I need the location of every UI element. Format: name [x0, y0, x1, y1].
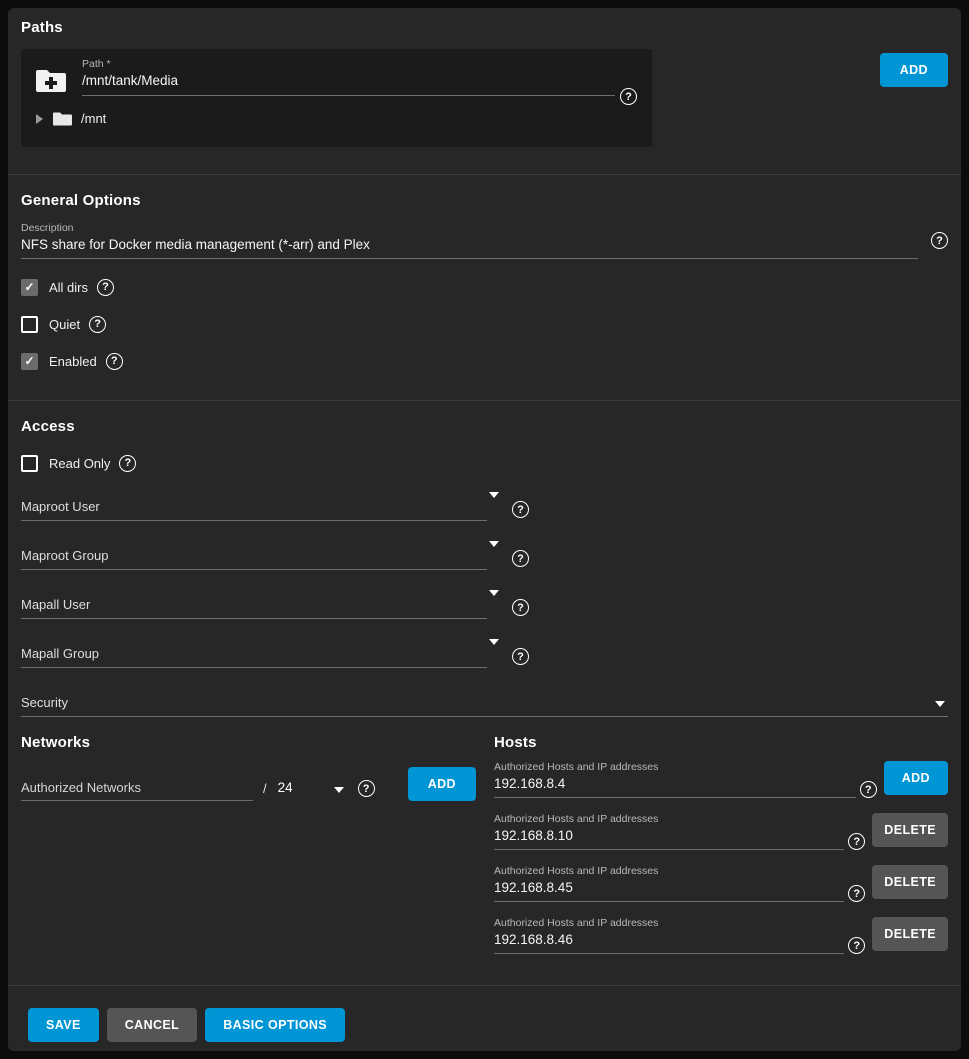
- enabled-checkbox[interactable]: [21, 353, 38, 370]
- quiet-checkbox[interactable]: [21, 316, 38, 333]
- security-label: Security: [21, 695, 68, 710]
- maproot-group-label: Maproot Group: [21, 548, 108, 563]
- help-icon[interactable]: [512, 599, 529, 616]
- chevron-down-icon: [489, 541, 499, 547]
- host-delete-button[interactable]: DELETE: [872, 813, 948, 847]
- mapall-user-label: Mapall User: [21, 597, 90, 612]
- folder-icon: [53, 111, 72, 126]
- chevron-down-icon: [489, 590, 499, 596]
- authorized-host-input[interactable]: Authorized Hosts and IP addresses 192.16…: [494, 813, 844, 850]
- authorized-host-input[interactable]: Authorized Hosts and IP addresses 192.16…: [494, 917, 844, 954]
- netmask-divider: /: [263, 781, 267, 796]
- path-input-label: Path *: [82, 58, 615, 70]
- help-icon[interactable]: [358, 780, 375, 797]
- tree-node-mnt[interactable]: /mnt: [36, 111, 637, 126]
- help-icon[interactable]: [512, 648, 529, 665]
- chevron-down-icon: [489, 639, 499, 645]
- authorized-networks-input[interactable]: Authorized Networks: [21, 767, 253, 801]
- help-icon[interactable]: [512, 501, 529, 518]
- hosts-column: Hosts Authorized Hosts and IP addresses …: [494, 734, 948, 954]
- help-icon[interactable]: [848, 937, 865, 954]
- mapall-group-select[interactable]: Mapall Group: [21, 634, 487, 668]
- help-icon[interactable]: [119, 455, 136, 472]
- section-divider: [8, 174, 961, 175]
- help-icon[interactable]: [620, 88, 637, 105]
- host-delete-button[interactable]: DELETE: [872, 917, 948, 951]
- authorized-host-value: 192.168.8.10: [494, 828, 844, 843]
- maproot-group-select[interactable]: Maproot Group: [21, 536, 487, 570]
- mapall-group-label: Mapall Group: [21, 646, 99, 661]
- mapall-user-select[interactable]: Mapall User: [21, 585, 487, 619]
- authorized-host-input[interactable]: Authorized Hosts and IP addresses 192.16…: [494, 865, 844, 902]
- chevron-right-icon[interactable]: [36, 114, 43, 124]
- tree-node-label: /mnt: [81, 111, 106, 126]
- authorized-networks-label: Authorized Networks: [21, 780, 141, 795]
- save-button[interactable]: SAVE: [28, 1008, 99, 1042]
- maproot-user-label: Maproot User: [21, 499, 100, 514]
- all-dirs-checkbox[interactable]: [21, 279, 38, 296]
- share-form-card: Paths ADD Path * /mnt/tank/Media: [8, 8, 961, 1051]
- path-explorer-panel: Path * /mnt/tank/Media /mnt: [21, 49, 652, 147]
- authorized-host-input[interactable]: Authorized Hosts and IP addresses 192.16…: [494, 761, 856, 798]
- general-options-title: General Options: [21, 192, 948, 209]
- help-icon[interactable]: [931, 232, 948, 249]
- maproot-user-select[interactable]: Maproot User: [21, 487, 487, 521]
- authorized-host-label: Authorized Hosts and IP addresses: [494, 813, 844, 825]
- basic-options-button[interactable]: BASIC OPTIONS: [205, 1008, 345, 1042]
- authorized-host-value: 192.168.8.46: [494, 932, 844, 947]
- description-value: NFS share for Docker media management (*…: [21, 237, 918, 252]
- authorized-host-label: Authorized Hosts and IP addresses: [494, 761, 856, 773]
- host-delete-button[interactable]: DELETE: [872, 865, 948, 899]
- path-input-value: /mnt/tank/Media: [82, 73, 615, 88]
- description-label: Description: [21, 222, 918, 234]
- help-icon[interactable]: [89, 316, 106, 333]
- all-dirs-label: All dirs: [49, 280, 88, 295]
- netmask-value[interactable]: 24: [278, 780, 293, 795]
- read-only-checkbox[interactable]: [21, 455, 38, 472]
- chevron-down-icon[interactable]: [334, 787, 344, 793]
- enabled-label: Enabled: [49, 354, 97, 369]
- quiet-label: Quiet: [49, 317, 80, 332]
- authorized-host-value: 192.168.8.45: [494, 880, 844, 895]
- paths-add-button[interactable]: ADD: [880, 53, 948, 87]
- cancel-button[interactable]: CANCEL: [107, 1008, 197, 1042]
- networks-add-button[interactable]: ADD: [408, 767, 476, 801]
- authorized-host-label: Authorized Hosts and IP addresses: [494, 917, 844, 929]
- networks-column: Networks Authorized Networks / 24 ADD: [21, 734, 494, 954]
- hosts-section-title: Hosts: [494, 734, 948, 751]
- path-input[interactable]: Path * /mnt/tank/Media: [82, 58, 615, 96]
- read-only-label: Read Only: [49, 456, 110, 471]
- chevron-down-icon: [489, 492, 499, 498]
- paths-section-title: Paths: [21, 19, 948, 36]
- description-input[interactable]: Description NFS share for Docker media m…: [21, 222, 918, 259]
- section-divider: [8, 400, 961, 401]
- security-select[interactable]: Security: [21, 683, 948, 717]
- access-section-title: Access: [21, 418, 948, 435]
- hosts-add-button[interactable]: ADD: [884, 761, 948, 795]
- networks-section-title: Networks: [21, 734, 476, 751]
- authorized-host-label: Authorized Hosts and IP addresses: [494, 865, 844, 877]
- chevron-down-icon: [935, 701, 945, 707]
- help-icon[interactable]: [860, 781, 877, 798]
- help-icon[interactable]: [512, 550, 529, 567]
- help-icon[interactable]: [97, 279, 114, 296]
- authorized-host-value: 192.168.8.4: [494, 776, 856, 791]
- help-icon[interactable]: [848, 833, 865, 850]
- folder-plus-icon: [36, 67, 66, 94]
- help-icon[interactable]: [106, 353, 123, 370]
- help-icon[interactable]: [848, 885, 865, 902]
- footer-divider: [8, 985, 961, 986]
